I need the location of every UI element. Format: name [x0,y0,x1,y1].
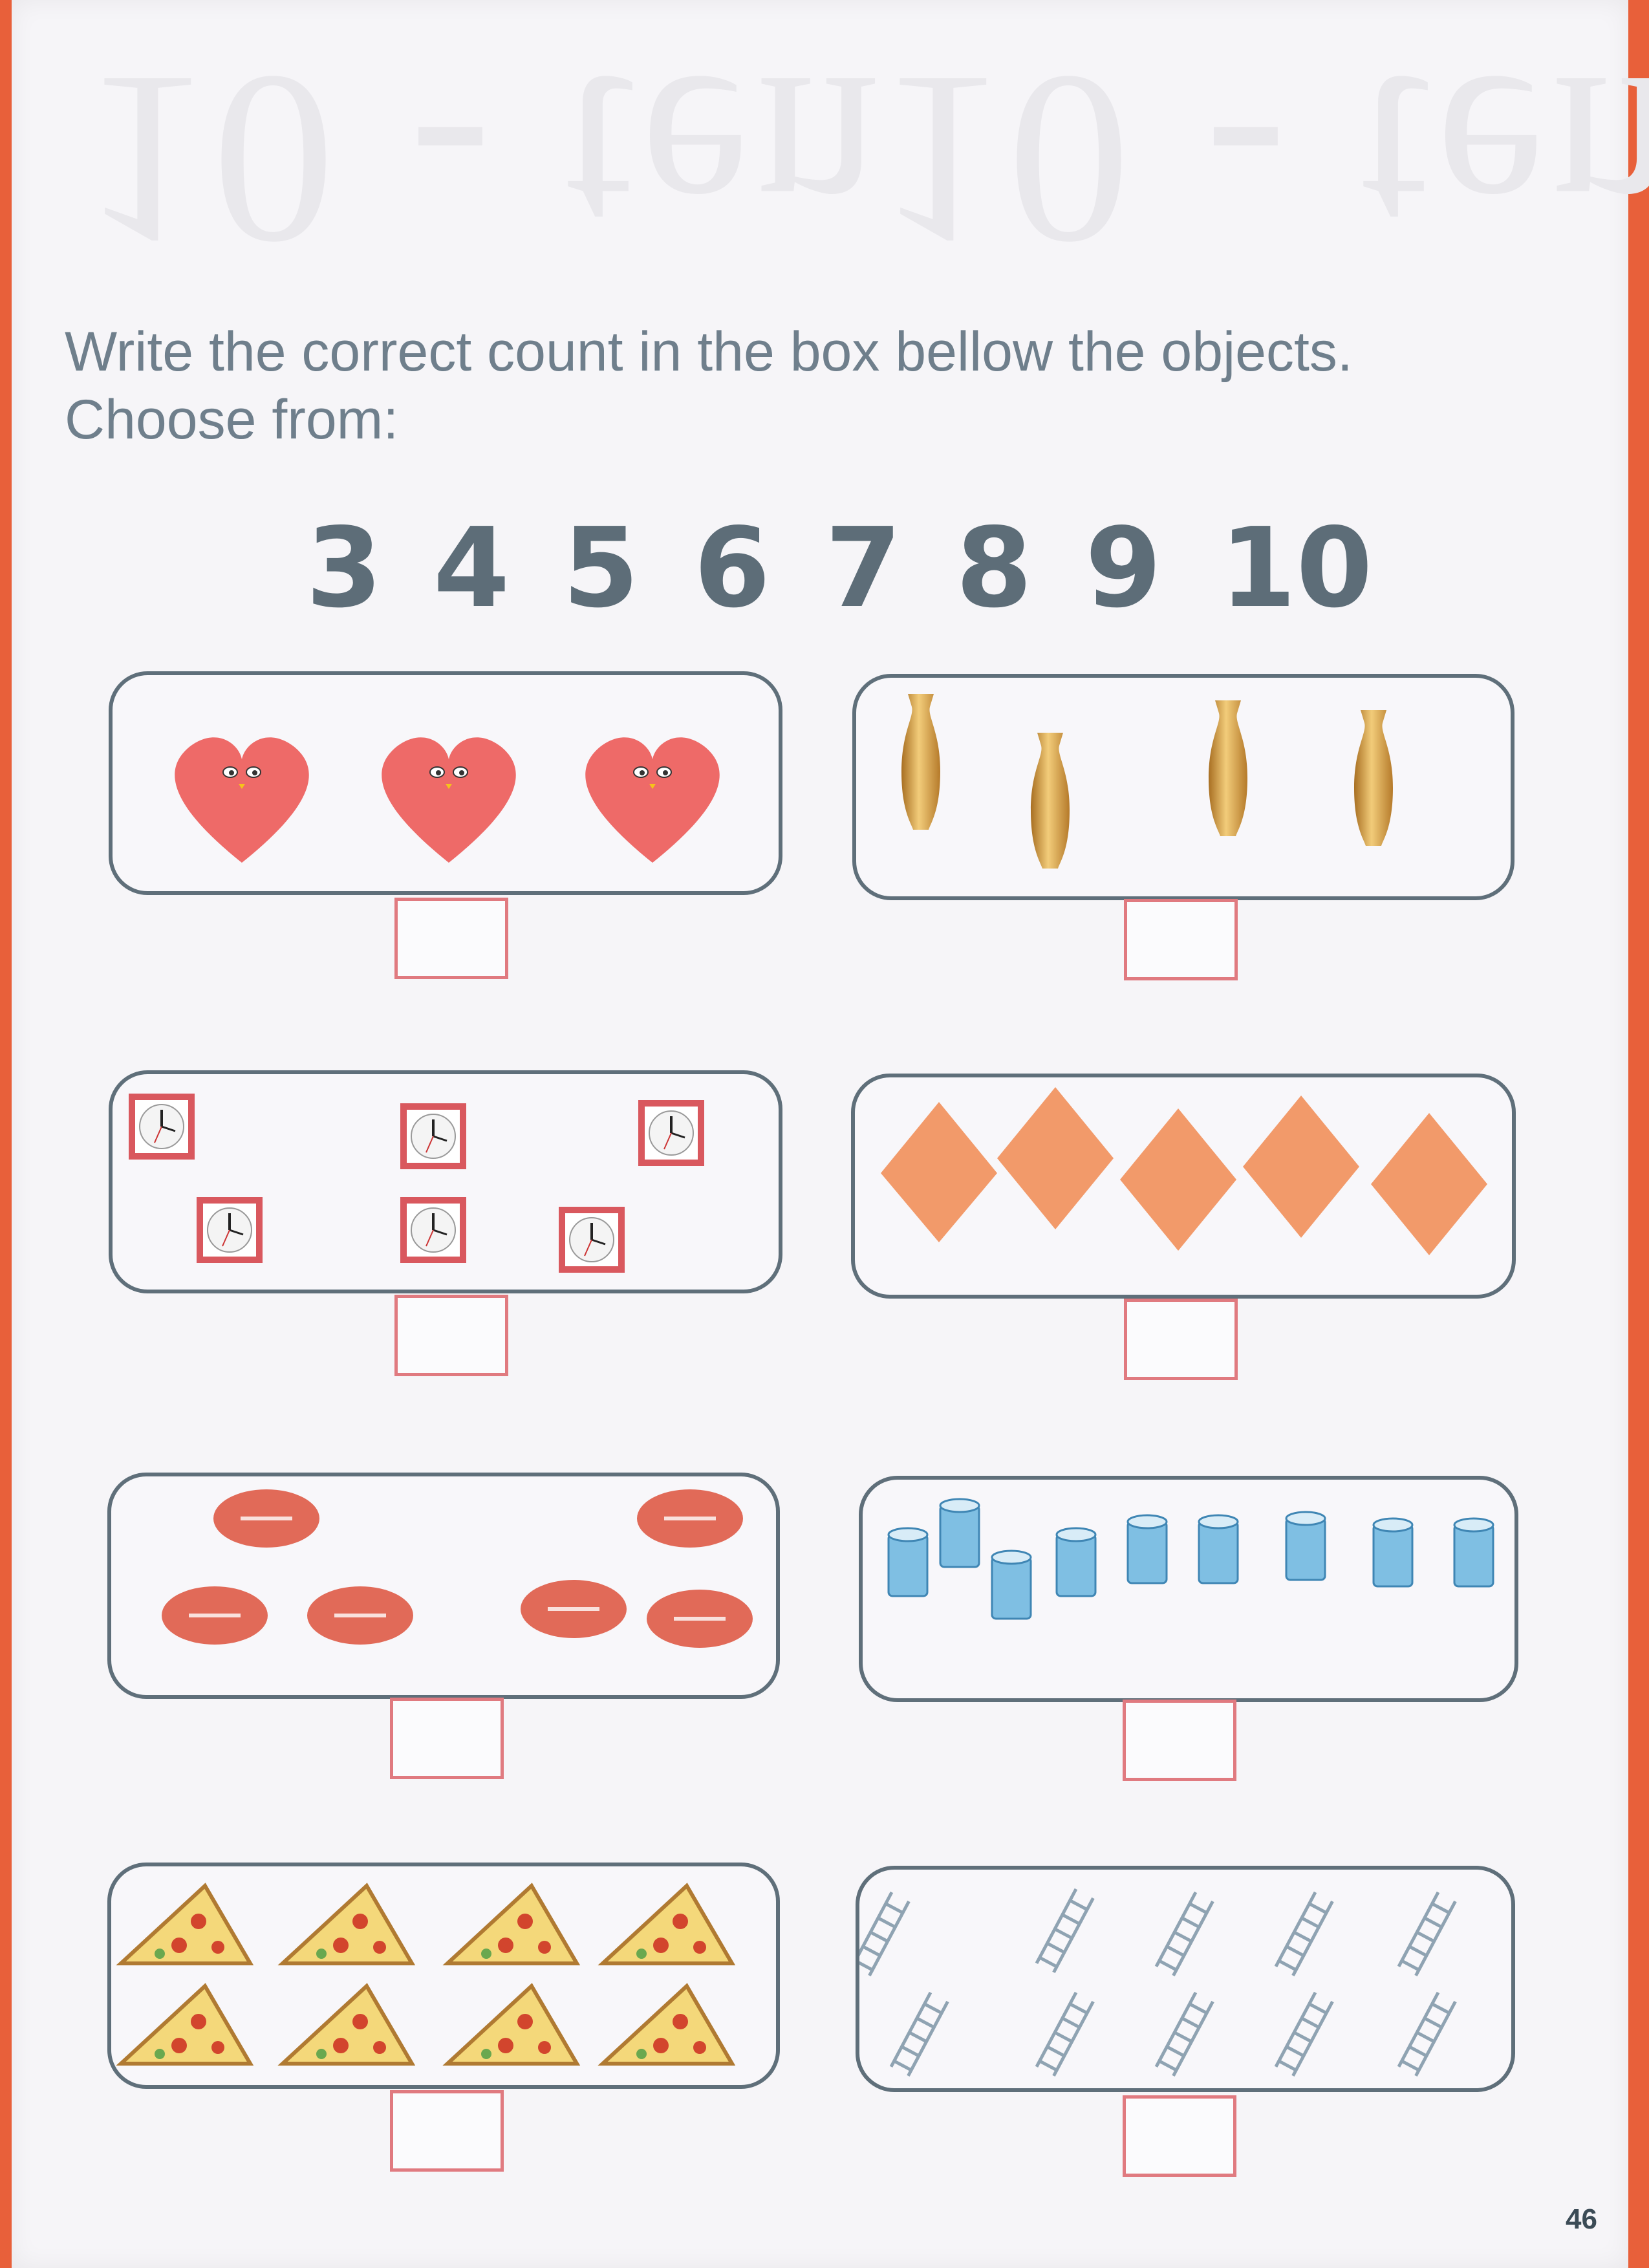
pizza-group [116,1883,736,2066]
choice-number: 5 [563,504,640,632]
choice-number: 4 [433,504,510,632]
diamond-icon [997,1087,1114,1229]
choice-numbers: 3 4 5 6 7 8 9 10 [12,504,1628,632]
cans-group [887,1498,1494,1620]
pizza-slice-icon [442,1883,581,1965]
exercise-panel-pizza [107,1863,780,2089]
football-icon [307,1586,413,1645]
answer-box[interactable] [394,1295,508,1376]
ladder-icon [1154,1991,1214,2077]
diamond-icon [1243,1096,1359,1238]
pizza-slice-icon [277,1983,416,2066]
exercise-panel-hearts [109,671,782,895]
heart-icon [175,737,309,863]
vases-group [901,694,1393,869]
ladder-icon [1035,1991,1095,2077]
clock-icon [197,1197,263,1263]
vase-icon [1354,710,1393,846]
heart-icon [382,737,516,863]
answer-box[interactable] [1123,1700,1236,1781]
football-icon [647,1590,753,1648]
clock-icon [638,1100,704,1166]
page-number: 46 [1566,2203,1597,2235]
pizza-slice-icon [442,1983,581,2066]
can-icon [939,1498,980,1568]
ghost-title-right: 10 - ten [878,25,1649,297]
football-icon [162,1586,268,1645]
instruction-line-1: Write the correct count in the box bello… [65,321,1353,383]
worksheet-page: 10 - ten 10 - ten Write the correct coun… [12,0,1649,2268]
can-icon [1126,1514,1168,1584]
ghost-title-left: 10 - ten [83,25,885,297]
answer-box[interactable] [390,1698,504,1779]
can-icon [887,1527,929,1597]
can-icon [1372,1517,1414,1588]
ladder-icon [850,1891,911,1977]
exercise-panel-footballs [107,1473,780,1699]
clock-icon [400,1197,466,1263]
can-icon [1285,1511,1326,1581]
ladder-icon [1274,1891,1334,1977]
diamond-icon [881,1102,997,1242]
pizza-slice-icon [598,1883,736,1965]
can-icon [991,1550,1032,1620]
exercise-panel-vases [852,674,1514,900]
clocks-group [129,1094,704,1273]
clock-icon [129,1094,195,1160]
ladders-group [850,1888,1457,2077]
vase-icon [1031,733,1070,869]
answer-box[interactable] [1124,1299,1238,1380]
ladder-icon [1154,1891,1214,1977]
answer-box[interactable] [390,2090,504,2172]
pizza-slice-icon [277,1883,416,1965]
ladder-icon [889,1991,949,2077]
choice-number: 10 [1220,504,1373,632]
diamond-icon [1371,1113,1487,1255]
ladder-icon [1274,1991,1334,2077]
clock-icon [559,1207,625,1273]
football-icon [213,1489,319,1548]
exercise-panel-diamonds [851,1074,1516,1299]
can-icon [1198,1514,1239,1584]
answer-box[interactable] [1123,2095,1236,2177]
footballs-group [162,1489,753,1648]
choice-number: 7 [825,504,902,632]
vase-icon [1209,700,1247,836]
exercise-panel-cans [859,1476,1518,1702]
choice-number: 9 [1085,504,1162,632]
instruction-line-2: Choose from: [65,389,399,451]
ladder-icon [1397,1891,1457,1977]
answer-box[interactable] [1124,899,1238,980]
diamond-icon [1120,1108,1236,1251]
vase-icon [901,694,940,830]
can-icon [1055,1527,1097,1597]
choice-number: 6 [694,504,771,632]
hearts-group [175,737,720,863]
exercise-panel-clocks [109,1070,782,1293]
diamonds-group [881,1087,1487,1255]
ladder-icon [1035,1888,1095,1974]
pizza-slice-icon [116,1983,254,2066]
pizza-slice-icon [116,1883,254,1965]
pizza-slice-icon [598,1983,736,2066]
clock-icon [400,1103,466,1169]
football-icon [637,1489,743,1548]
answer-box[interactable] [394,898,508,979]
can-icon [1453,1517,1494,1588]
ladder-icon [1397,1991,1457,2077]
football-icon [521,1580,627,1638]
exercise-panel-ladders [850,1866,1515,2092]
heart-icon [585,737,720,863]
choice-number: 3 [306,504,383,632]
choice-number: 8 [956,504,1033,632]
